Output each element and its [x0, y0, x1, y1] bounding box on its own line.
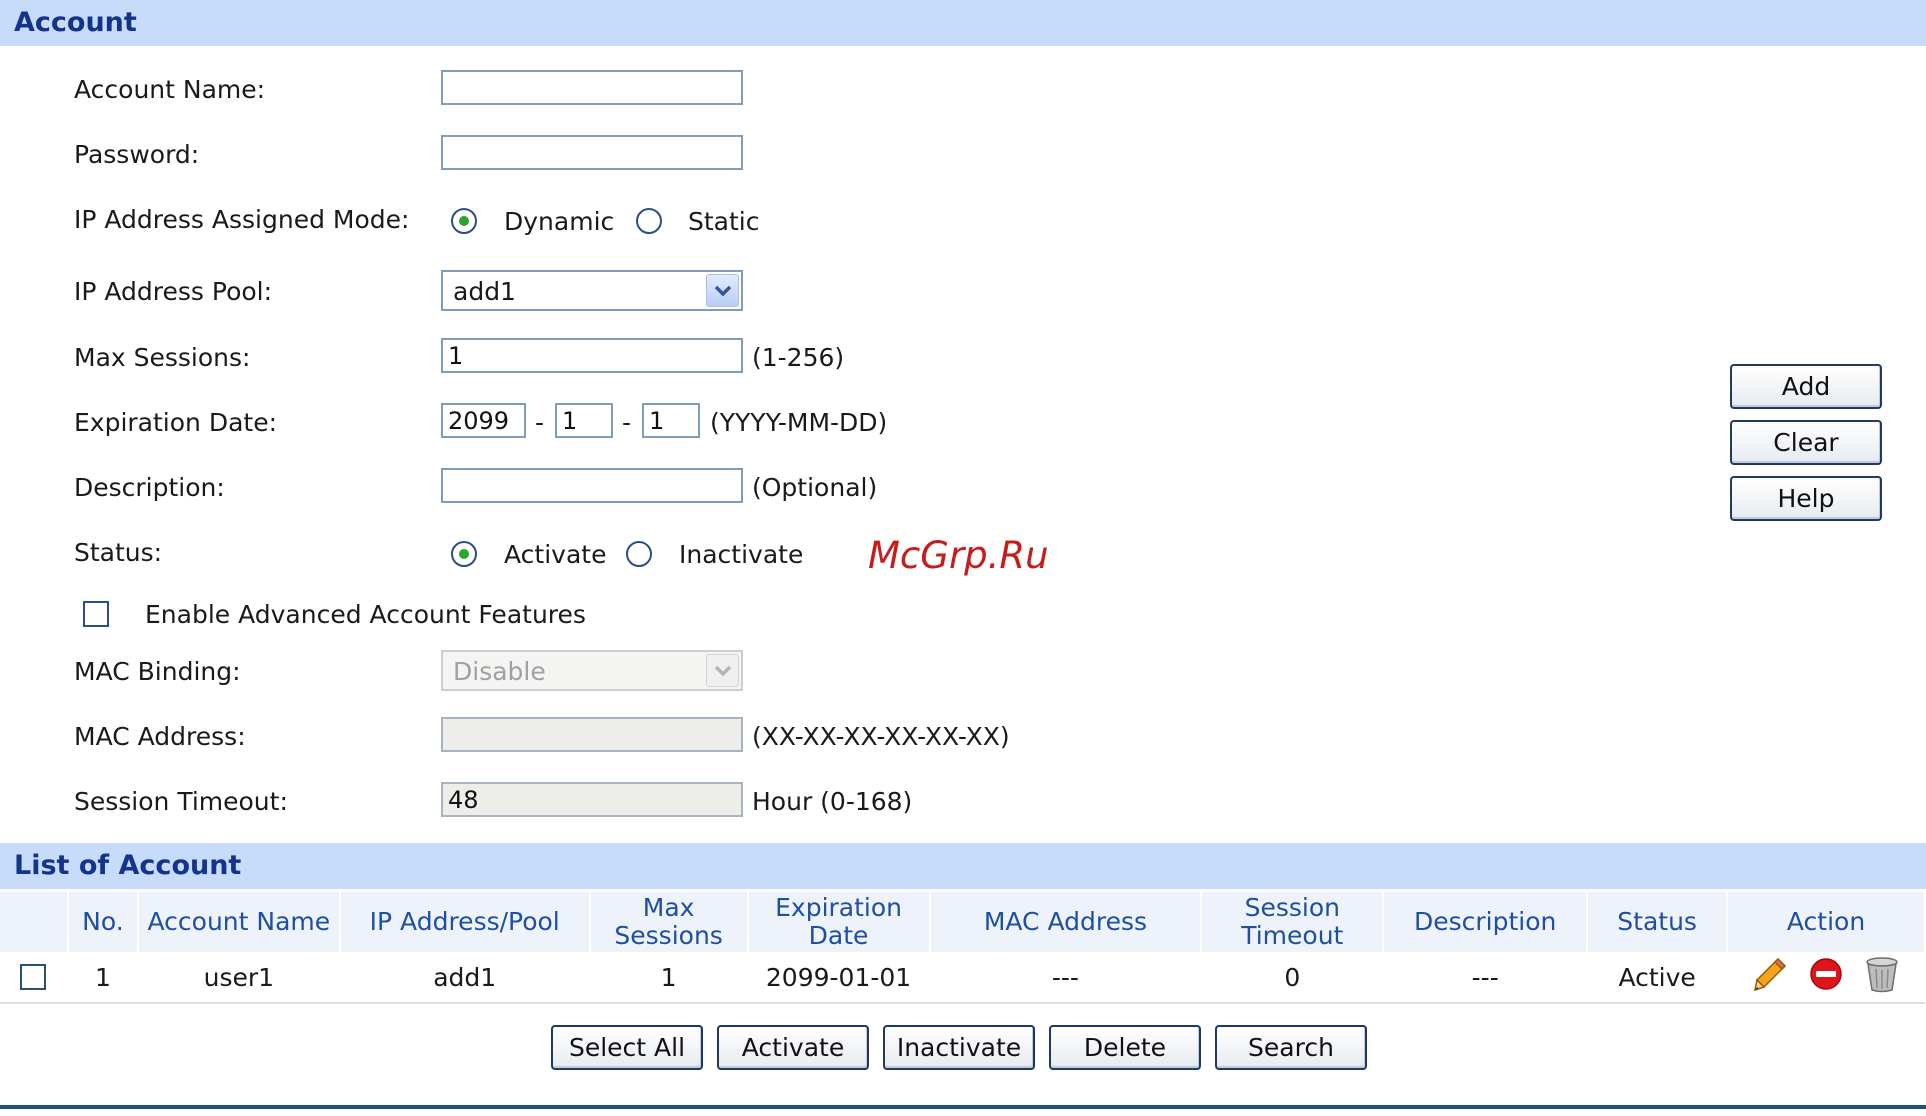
- edit-icon[interactable]: [1752, 956, 1788, 998]
- column-header-action: Action: [1727, 892, 1926, 952]
- delete-button[interactable]: Delete: [1049, 1025, 1201, 1070]
- column-header-no: No.: [67, 892, 139, 952]
- date-separator: -: [535, 408, 545, 437]
- table-row: 1 user1 add1 1 2099-01-01 --- 0 --- Acti…: [0, 952, 1925, 1004]
- session-timeout-input[interactable]: [441, 782, 743, 817]
- row-description: ---: [1383, 952, 1588, 1004]
- activate-button[interactable]: Activate: [717, 1025, 869, 1070]
- mac-binding-label: MAC Binding:: [74, 657, 241, 686]
- row-expiration: 2099-01-01: [747, 952, 930, 1004]
- max-sessions-input[interactable]: [441, 338, 743, 373]
- row-account-name: user1: [137, 952, 340, 1004]
- description-hint: (Optional): [752, 473, 878, 502]
- max-sessions-hint: (1-256): [752, 343, 845, 372]
- help-button[interactable]: Help: [1730, 476, 1882, 521]
- ip-mode-label: IP Address Assigned Mode:: [74, 205, 410, 234]
- description-label: Description:: [74, 473, 225, 502]
- row-max-sessions: 1: [589, 952, 748, 1004]
- chevron-down-icon[interactable]: [706, 654, 739, 687]
- status-activate-label: Activate: [504, 540, 607, 569]
- inactivate-button[interactable]: Inactivate: [883, 1025, 1035, 1070]
- column-header-status: Status: [1587, 892, 1729, 952]
- mac-address-hint: (XX-XX-XX-XX-XX-XX): [752, 722, 1010, 751]
- password-label: Password:: [74, 140, 200, 169]
- row-status: Active: [1587, 952, 1728, 1004]
- list-section-header: List of Account: [0, 843, 1926, 889]
- ip-mode-dynamic-radio[interactable]: [451, 208, 477, 234]
- mac-binding-value: Disable: [453, 657, 546, 686]
- row-session-timeout: 0: [1201, 952, 1384, 1004]
- ip-pool-value: add1: [453, 277, 516, 306]
- row-actions: [1727, 952, 1925, 1004]
- account-name-label: Account Name:: [74, 75, 266, 104]
- ip-pool-select[interactable]: add1: [441, 270, 743, 311]
- session-timeout-label: Session Timeout:: [74, 787, 288, 816]
- expiration-hint: (YYYY-MM-DD): [710, 408, 888, 437]
- password-input[interactable]: [441, 135, 743, 170]
- ip-pool-label: IP Address Pool:: [74, 277, 273, 306]
- column-header-description: Description: [1383, 892, 1589, 952]
- description-input[interactable]: [441, 468, 743, 503]
- status-inactivate-label: Inactivate: [679, 540, 804, 569]
- table-header-row: No. Account Name IP Address/Pool Max Ses…: [0, 892, 1926, 952]
- status-inactivate-radio[interactable]: [626, 541, 652, 567]
- mac-binding-select[interactable]: Disable: [441, 650, 743, 691]
- ip-mode-dynamic-label: Dynamic: [504, 207, 615, 236]
- column-header-ip-pool: IP Address/Pool: [339, 892, 591, 952]
- disable-icon[interactable]: [1808, 956, 1844, 998]
- account-name-input[interactable]: [441, 70, 743, 105]
- ip-mode-static-label: Static: [688, 207, 760, 236]
- ip-mode-static-radio[interactable]: [636, 208, 662, 234]
- column-header-select: [0, 892, 69, 952]
- search-button[interactable]: Search: [1215, 1025, 1367, 1070]
- expiration-label: Expiration Date:: [74, 408, 278, 437]
- advanced-features-checkbox[interactable]: [83, 601, 109, 627]
- column-header-max-sessions: Max Sessions: [589, 892, 749, 952]
- advanced-features-label: Enable Advanced Account Features: [145, 600, 586, 629]
- max-sessions-label: Max Sessions:: [74, 343, 251, 372]
- delete-icon[interactable]: [1864, 955, 1900, 999]
- row-ip-pool: add1: [339, 952, 590, 1004]
- expiration-month-input[interactable]: [555, 403, 613, 438]
- watermark-text: McGrp.Ru: [868, 534, 1049, 577]
- row-select-cell: [0, 952, 68, 1004]
- row-no: 1: [67, 952, 138, 1004]
- expiration-day-input[interactable]: [642, 403, 700, 438]
- select-all-button[interactable]: Select All: [551, 1025, 703, 1070]
- chevron-down-icon[interactable]: [706, 274, 739, 307]
- column-header-expiration: Expiration Date: [747, 892, 931, 952]
- session-timeout-hint: Hour (0-168): [752, 787, 913, 816]
- mac-address-label: MAC Address:: [74, 722, 246, 751]
- mac-address-input[interactable]: [441, 717, 743, 752]
- row-checkbox[interactable]: [20, 964, 46, 990]
- account-section-header: Account: [0, 0, 1926, 46]
- column-header-mac: MAC Address: [929, 892, 1203, 952]
- status-label: Status:: [74, 538, 163, 567]
- status-activate-radio[interactable]: [451, 541, 477, 567]
- date-separator: -: [622, 408, 632, 437]
- bottom-divider: [0, 1105, 1926, 1109]
- account-table: No. Account Name IP Address/Pool Max Ses…: [0, 892, 1926, 1004]
- column-header-session-timeout: Session Timeout: [1201, 892, 1385, 952]
- expiration-year-input[interactable]: [441, 403, 526, 438]
- clear-button[interactable]: Clear: [1730, 420, 1882, 465]
- column-header-account-name: Account Name: [137, 892, 341, 952]
- add-button[interactable]: Add: [1730, 364, 1882, 409]
- row-mac: ---: [929, 952, 1202, 1004]
